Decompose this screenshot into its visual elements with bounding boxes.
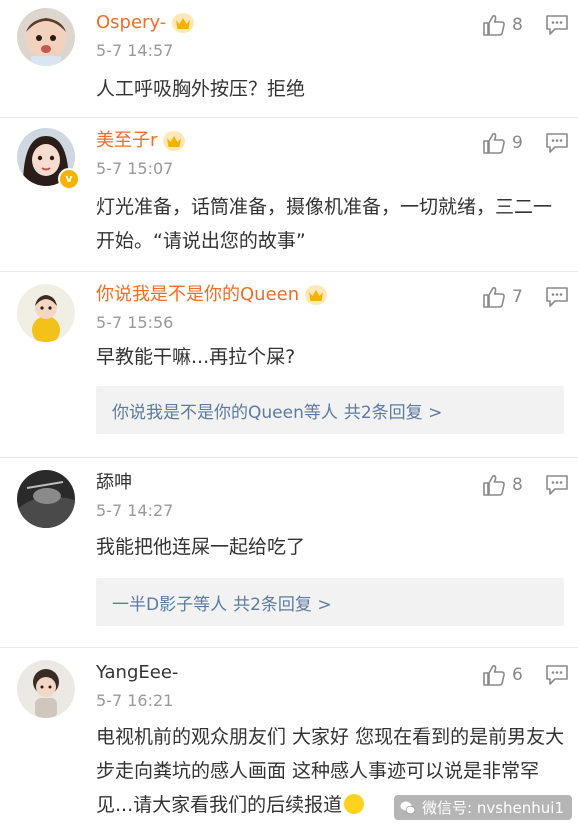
comment-text: 我能把他连屎一起给吃了 — [96, 536, 306, 558]
username[interactable]: YangEee- — [96, 660, 178, 686]
comment-reply-icon[interactable] — [545, 474, 569, 500]
comment-time: 5-7 14:27 — [96, 501, 174, 520]
like-count: 8 — [512, 475, 523, 495]
reply-authors: 一半D影子等人 — [112, 594, 228, 615]
vip-crown-icon — [172, 13, 195, 33]
watermark-text: 微信号: nvshenhui1 — [422, 799, 564, 817]
comment-item: Ospery- 5-7 14:57 人工呼吸胸外按压？拒绝 8 — [0, 0, 578, 118]
replies-summary[interactable]: 你说我是不是你的Queen等人 共2条回复 > — [96, 386, 564, 434]
comment-item: 你说我是不是你的Queen 5-7 15:56 早教能干嘛...再拉个屎? 7 … — [0, 272, 578, 458]
username[interactable]: 你说我是不是你的Queen — [96, 282, 299, 308]
comment-text: 人工呼吸胸外按压？拒绝 — [96, 78, 306, 100]
like-button[interactable]: 9 — [482, 132, 523, 154]
username[interactable]: 美至子r — [96, 128, 157, 154]
name-row: 舔呻 — [96, 470, 132, 496]
comment-reply-icon[interactable] — [545, 664, 569, 690]
like-button[interactable]: 6 — [482, 664, 523, 686]
like-button[interactable]: 7 — [482, 286, 523, 308]
thumbs-up-icon — [483, 133, 505, 154]
avatar[interactable] — [17, 660, 75, 718]
username[interactable]: 舔呻 — [96, 470, 132, 496]
comment-time: 5-7 16:21 — [96, 691, 174, 710]
reply-total-link[interactable]: 共2条回复 > — [344, 398, 442, 423]
reply-total-link[interactable]: 共2条回复 > — [233, 590, 331, 615]
wechat-watermark: 微信号: nvshenhui1 — [394, 795, 572, 820]
replies-summary[interactable]: 一半D影子等人 共2条回复 > — [96, 578, 564, 626]
wechat-icon — [400, 801, 416, 814]
comment-time: 5-7 15:56 — [96, 313, 174, 332]
avatar[interactable] — [17, 8, 75, 66]
like-count: 8 — [512, 15, 523, 35]
vip-crown-icon — [305, 285, 328, 305]
comment-reply-icon[interactable] — [545, 132, 569, 158]
name-row: YangEee- — [96, 660, 178, 686]
thumbs-up-icon — [483, 287, 505, 308]
thumbs-up-icon — [483, 475, 505, 496]
like-button[interactable]: 8 — [482, 474, 523, 496]
comment-item: v 美至子r 5-7 15:07 灯光准备，话筒准备，摄像机准备，一切就绪，三二… — [0, 118, 578, 272]
comment-time: 5-7 15:07 — [96, 159, 174, 178]
name-row: 你说我是不是你的Queen — [96, 282, 328, 308]
thumbs-up-icon — [483, 665, 505, 686]
reply-authors: 你说我是不是你的Queen等人 — [112, 402, 338, 423]
thumbs-up-icon — [483, 15, 505, 36]
comment-reply-icon[interactable] — [545, 286, 569, 312]
avatar[interactable] — [17, 284, 75, 342]
like-count: 9 — [512, 133, 523, 153]
comment-reply-icon[interactable] — [545, 14, 569, 40]
comment-text: 灯光准备，话筒准备，摄像机准备，一切就绪，三二一开始。“请说出您的故事” — [96, 196, 553, 252]
like-button[interactable]: 8 — [482, 14, 523, 36]
name-row: Ospery- — [96, 10, 195, 36]
vip-crown-icon — [163, 131, 186, 151]
comment-time: 5-7 14:57 — [96, 41, 174, 60]
username[interactable]: Ospery- — [96, 10, 166, 36]
like-count: 6 — [512, 665, 523, 685]
like-count: 7 — [512, 287, 523, 307]
avatar[interactable] — [17, 470, 75, 528]
smile-emoji-icon — [344, 794, 365, 814]
comment-item: 舔呻 5-7 14:27 我能把他连屎一起给吃了 8 一半D影子等人 共2条回复… — [0, 458, 578, 648]
comment-feed: Ospery- 5-7 14:57 人工呼吸胸外按压？拒绝 8 v 美至子r 5… — [0, 0, 578, 830]
name-row: 美至子r — [96, 128, 186, 154]
verified-badge-icon: v — [58, 168, 80, 190]
comment-text: 早教能干嘛...再拉个屎? — [96, 346, 296, 368]
